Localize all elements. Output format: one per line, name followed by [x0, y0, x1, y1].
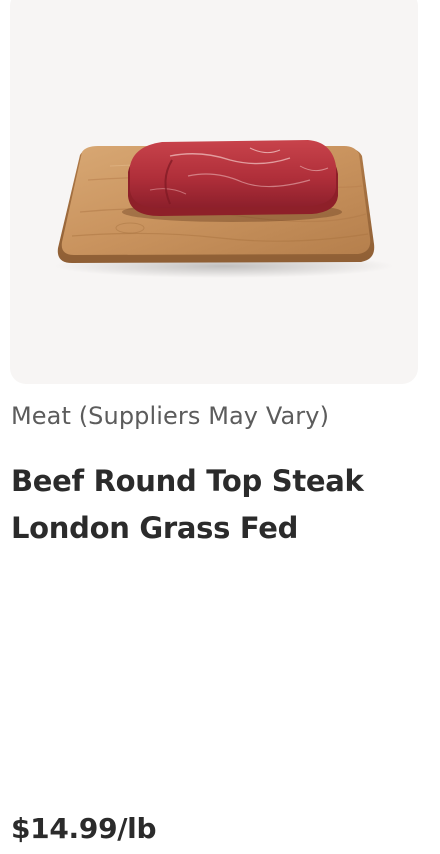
supplier-label: Meat (Suppliers May Vary): [11, 402, 330, 430]
product-image[interactable]: [10, 0, 418, 384]
product-price: $14.99/lb: [11, 812, 157, 845]
steak-on-board-image: [54, 140, 394, 278]
product-name[interactable]: Beef Round Top Steak London Grass Fed: [11, 458, 421, 552]
product-card[interactable]: Meat (Suppliers May Vary) Beef Round Top…: [0, 0, 440, 854]
